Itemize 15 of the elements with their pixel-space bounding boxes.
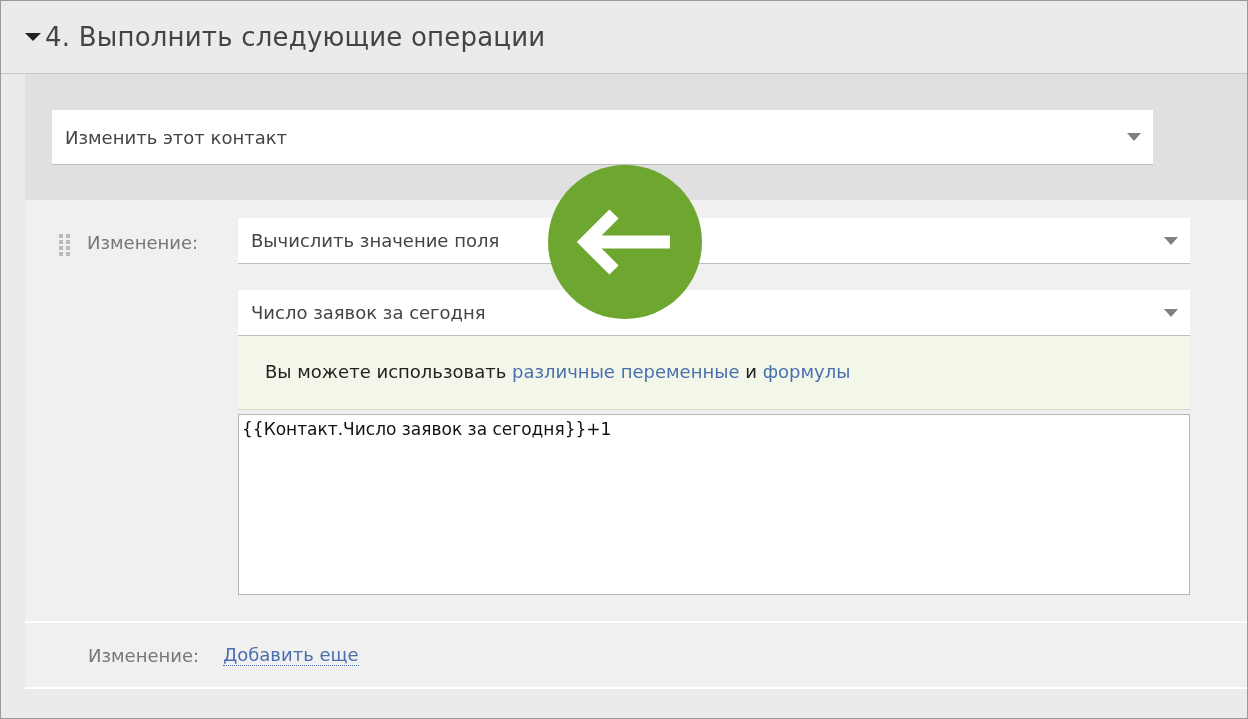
- change-label: Изменение:: [87, 232, 199, 253]
- formula-field[interactable]: {{Контакт.Число заявок за сегодня}}+1: [238, 414, 1190, 595]
- hint-link[interactable]: различные переменные: [512, 361, 740, 382]
- collapse-caret-icon[interactable]: [25, 32, 41, 42]
- field-select[interactable]: Число заявок за сегодня: [238, 290, 1190, 336]
- hint-link[interactable]: формулы: [762, 361, 851, 382]
- drag-handle-icon[interactable]: [59, 233, 71, 257]
- hint-text: Вы можете использовать различные переменные и формулы: [238, 336, 1190, 410]
- change-label: Изменение:: [88, 644, 200, 666]
- section-title: 4. Выполнить следующие операции: [45, 22, 546, 52]
- add-more-link[interactable]: Добавить еще: [223, 644, 359, 666]
- dropdown-arrow-icon: [1164, 236, 1178, 245]
- dropdown-arrow-icon: [1164, 308, 1178, 317]
- action-select[interactable]: Изменить этот контакт: [52, 110, 1153, 165]
- dropdown-arrow-icon: [1127, 133, 1141, 141]
